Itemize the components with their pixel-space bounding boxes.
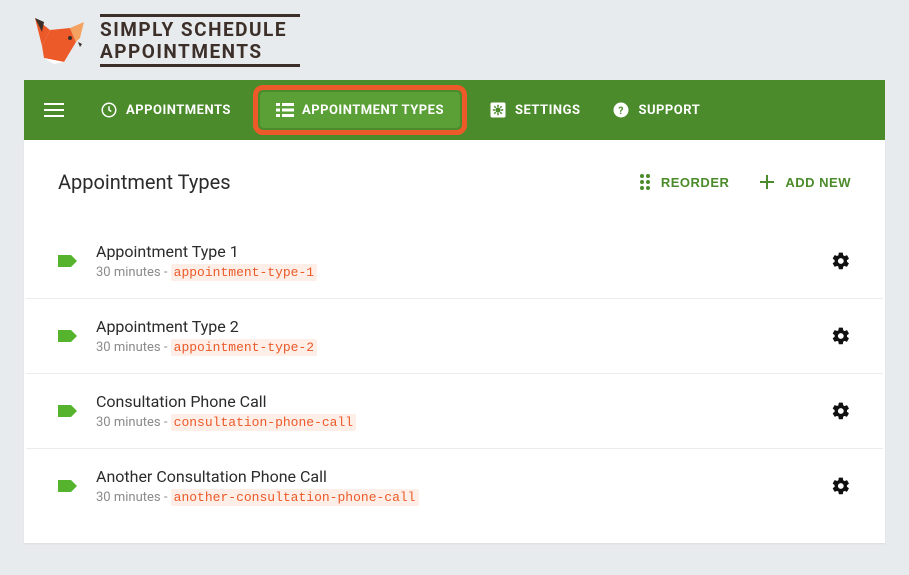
item-slug: another-consultation-phone-call <box>171 489 419 506</box>
active-tab-highlight: APPOINTMENT TYPES <box>253 85 467 135</box>
list-item[interactable]: Consultation Phone Call 30 minutes - con… <box>26 374 883 449</box>
list-item[interactable]: Appointment Type 1 30 minutes - appointm… <box>26 224 883 299</box>
logo-divider <box>100 14 300 17</box>
nav-appointment-types-label: APPOINTMENT TYPES <box>302 103 444 118</box>
gear-icon <box>831 251 851 271</box>
tag-icon <box>58 253 78 269</box>
settings-box-icon <box>489 101 507 119</box>
logo-line2: APPOINTMENTS <box>100 42 300 61</box>
item-slug: appointment-type-1 <box>171 264 317 281</box>
add-new-button[interactable]: ADD NEW <box>759 173 851 191</box>
fox-logo-icon <box>30 12 90 68</box>
nav-appointments[interactable]: APPOINTMENTS <box>84 91 247 129</box>
menu-button[interactable] <box>34 90 74 130</box>
nav-support[interactable]: ? SUPPORT <box>596 91 716 129</box>
item-title: Another Consultation Phone Call <box>96 467 813 486</box>
clock-icon <box>100 101 118 119</box>
gear-icon <box>831 401 851 421</box>
nav-settings-label: SETTINGS <box>515 103 581 118</box>
main-panel: Appointment Types REORDER <box>24 140 885 543</box>
list-icon <box>276 102 294 118</box>
nav-support-label: SUPPORT <box>638 103 700 118</box>
item-title: Appointment Type 1 <box>96 242 813 261</box>
add-new-label: ADD NEW <box>785 175 851 190</box>
item-settings-button[interactable] <box>831 326 851 346</box>
page-title: Appointment Types <box>58 170 231 194</box>
panel-header: Appointment Types REORDER <box>26 170 883 204</box>
logo-divider <box>100 64 300 67</box>
item-slug: consultation-phone-call <box>171 414 356 431</box>
list-item[interactable]: Appointment Type 2 30 minutes - appointm… <box>26 299 883 374</box>
item-settings-button[interactable] <box>831 251 851 271</box>
gear-icon <box>831 476 851 496</box>
plus-icon <box>759 174 775 190</box>
item-title: Appointment Type 2 <box>96 317 813 336</box>
item-slug: appointment-type-2 <box>171 339 317 356</box>
top-nav: APPOINTMENTS APPOINTMENT TYPES SETTINGS <box>24 80 885 140</box>
item-meta: 30 minutes - appointment-type-1 <box>96 265 813 280</box>
tag-icon <box>58 403 78 419</box>
logo-line1: SIMPLY SCHEDULE <box>100 20 300 39</box>
tag-icon <box>58 328 78 344</box>
gear-icon <box>831 326 851 346</box>
item-settings-button[interactable] <box>831 476 851 496</box>
item-meta: 30 minutes - another-consultation-phone-… <box>96 490 813 505</box>
list-item[interactable]: Another Consultation Phone Call 30 minut… <box>26 449 883 523</box>
drag-dots-icon <box>639 173 651 191</box>
help-icon: ? <box>612 101 630 119</box>
svg-text:?: ? <box>619 104 625 117</box>
item-title: Consultation Phone Call <box>96 392 813 411</box>
logo-area: SIMPLY SCHEDULE APPOINTMENTS <box>0 0 909 80</box>
nav-appointment-types[interactable]: APPOINTMENT TYPES <box>260 92 460 128</box>
appointment-types-list: Appointment Type 1 30 minutes - appointm… <box>26 224 883 523</box>
item-meta: 30 minutes - appointment-type-2 <box>96 340 813 355</box>
reorder-label: REORDER <box>661 175 730 190</box>
nav-settings[interactable]: SETTINGS <box>473 91 597 129</box>
item-settings-button[interactable] <box>831 401 851 421</box>
item-meta: 30 minutes - consultation-phone-call <box>96 415 813 430</box>
tag-icon <box>58 478 78 494</box>
nav-appointments-label: APPOINTMENTS <box>126 103 231 118</box>
reorder-button[interactable]: REORDER <box>639 173 730 191</box>
